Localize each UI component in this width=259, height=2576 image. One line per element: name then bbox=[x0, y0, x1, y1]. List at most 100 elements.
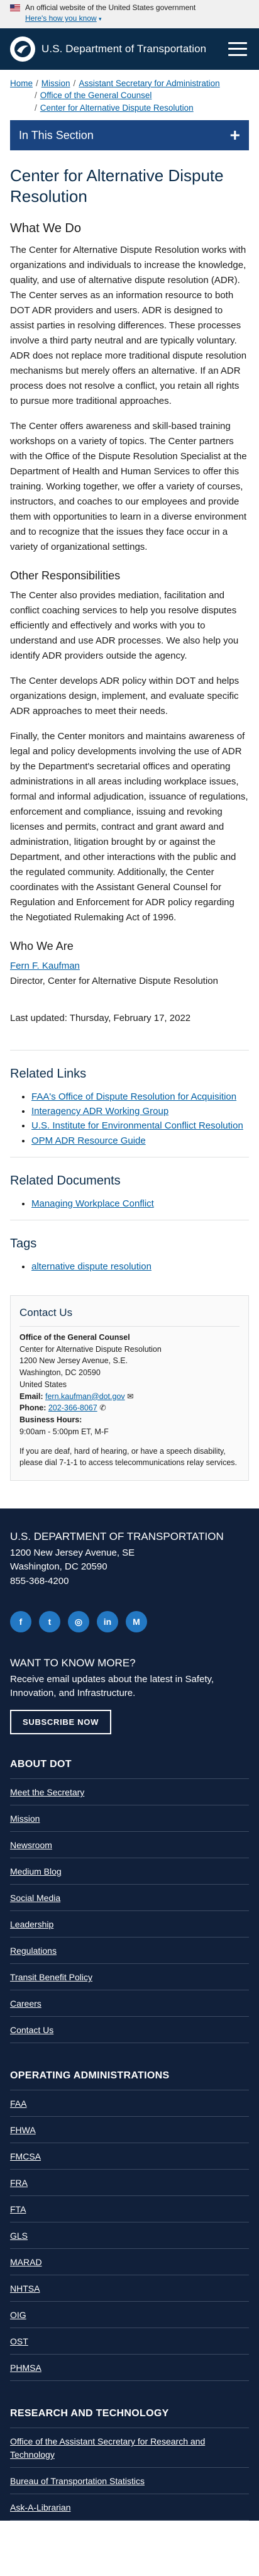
footer-link-fta[interactable]: FTA bbox=[10, 2196, 249, 2223]
footer-link-transit-benefit[interactable]: Transit Benefit Policy bbox=[10, 1964, 249, 1991]
tag-link[interactable]: alternative dispute resolution bbox=[31, 1261, 152, 1272]
breadcrumb-separator: / bbox=[73, 78, 76, 88]
footer-link-social-media[interactable]: Social Media bbox=[10, 1885, 249, 1912]
body-paragraph: The Center also provides mediation, faci… bbox=[10, 590, 239, 662]
related-link-us-institute[interactable]: U.S. Institute for Environmental Conflic… bbox=[31, 1120, 243, 1131]
tags-heading: Tags bbox=[10, 1237, 37, 1251]
footer-link-careers[interactable]: Careers bbox=[10, 1990, 249, 2017]
site-brand[interactable]: U.S. Department of Transportation bbox=[10, 36, 206, 62]
gov-banner: An official website of the United States… bbox=[0, 0, 259, 28]
page-title: Center for Alternative Dispute Resolutio… bbox=[10, 166, 224, 206]
breadcrumb-assistant-secretary[interactable]: Assistant Secretary for Administration bbox=[79, 79, 219, 88]
heres-how-you-know-link[interactable]: Here's how you know bbox=[25, 14, 97, 23]
footer-link-meet-secretary[interactable]: Meet the Secretary bbox=[10, 1779, 249, 1806]
footer-link-newsroom[interactable]: Newsroom bbox=[10, 1832, 249, 1859]
contact-email-link[interactable]: fern.kaufman@dot.gov bbox=[45, 1392, 125, 1401]
director-name-link[interactable]: Fern F. Kaufman bbox=[10, 959, 249, 974]
list-item: Interagency ADR Working Group bbox=[31, 1104, 249, 1118]
footer-link-faa[interactable]: FAA bbox=[10, 2090, 249, 2117]
twitter-icon[interactable]: t bbox=[39, 1611, 60, 1633]
who-we-are-heading: Who We Are bbox=[10, 940, 74, 953]
list-item: FAA's Office of Dispute Resolution for A… bbox=[31, 1090, 249, 1104]
related-document-link[interactable]: Managing Workplace Conflict bbox=[31, 1198, 154, 1209]
contact-phone-row: Phone: 202-366-8067 ✆ bbox=[19, 1402, 240, 1414]
director-info: Fern F. Kaufman Director, Center for Alt… bbox=[10, 959, 249, 989]
in-this-section-toggle[interactable]: In This Section + bbox=[10, 120, 249, 151]
body-paragraph: The Center offers awareness and skill-ba… bbox=[10, 421, 247, 553]
breadcrumb-general-counsel[interactable]: Office of the General Counsel bbox=[40, 91, 152, 100]
footer-link-gls[interactable]: GLS bbox=[10, 2222, 249, 2250]
dot-logo-icon bbox=[10, 36, 35, 62]
phone-icon: ✆ bbox=[99, 1403, 106, 1413]
site-header: U.S. Department of Transportation bbox=[0, 28, 259, 70]
footer-link-phmsa[interactable]: PHMSA bbox=[10, 2355, 249, 2382]
footer-link-oig[interactable]: OIG bbox=[10, 2302, 249, 2329]
hours-label: Business Hours: bbox=[19, 1415, 82, 1425]
contact-city: Washington, DC 20590 bbox=[19, 1368, 101, 1378]
hamburger-menu-icon[interactable] bbox=[226, 40, 249, 59]
subscribe-button[interactable]: SUBSCRIBE NOW bbox=[10, 1709, 112, 1735]
tags-section: Tags alternative dispute resolution bbox=[10, 1234, 249, 1274]
related-documents-heading: Related Documents bbox=[10, 1173, 121, 1188]
linkedin-icon[interactable]: in bbox=[97, 1611, 118, 1633]
contact-hours: 9:00am - 5:00pm ET, M-F bbox=[19, 1427, 109, 1436]
related-link-opm-guide[interactable]: OPM ADR Resource Guide bbox=[31, 1135, 146, 1146]
footer-link-mission[interactable]: Mission bbox=[10, 1805, 249, 1832]
operating-administrations-nav: OPERATING ADMINISTRATIONS FAA FHWA FMCSA… bbox=[10, 2068, 249, 2382]
email-label: Email: bbox=[19, 1391, 43, 1401]
chevron-down-icon: ▾ bbox=[99, 16, 102, 23]
related-link-interagency-adr[interactable]: Interagency ADR Working Group bbox=[31, 1106, 168, 1117]
footer-link-bts[interactable]: Bureau of Transportation Statistics bbox=[10, 2468, 249, 2495]
research-technology-nav: RESEARCH AND TECHNOLOGY Office of the As… bbox=[10, 2406, 249, 2521]
related-link-faa-odra[interactable]: FAA's Office of Dispute Resolution for A… bbox=[31, 1091, 236, 1102]
footer-link-ost[interactable]: OST bbox=[10, 2328, 249, 2355]
want-more-heading: WANT TO KNOW MORE? bbox=[10, 1657, 136, 1670]
breadcrumb-current-page[interactable]: Center for Alternative Dispute Resolutio… bbox=[40, 103, 194, 113]
breadcrumb-separator: / bbox=[35, 91, 37, 101]
contact-country: United States bbox=[19, 1380, 67, 1389]
gov-banner-text: An official website of the United States… bbox=[25, 3, 196, 12]
footer-link-marad[interactable]: MARAD bbox=[10, 2249, 249, 2276]
about-dot-heading: ABOUT DOT bbox=[10, 1757, 249, 1780]
breadcrumb: Home / Mission / Assistant Secretary for Adm… bbox=[0, 70, 259, 121]
instagram-icon[interactable]: ◎ bbox=[68, 1611, 89, 1633]
agency-name: U.S. Department of Transportation bbox=[41, 43, 207, 55]
about-dot-nav: ABOUT DOT Meet the Secretary Mission New… bbox=[10, 1757, 249, 2044]
list-item: Managing Workplace Conflict bbox=[31, 1196, 249, 1211]
related-links-heading: Related Links bbox=[10, 1066, 87, 1081]
list-item: OPM ADR Resource Guide bbox=[31, 1134, 249, 1148]
related-links-section: Related Links FAA's Office of Dispute Re… bbox=[10, 1064, 249, 1157]
want-more-text: Receive email updates about the latest i… bbox=[10, 1673, 214, 1699]
contact-email-row: Email: fern.kaufman@dot.gov ✉ bbox=[19, 1391, 240, 1403]
contact-heading: Contact Us bbox=[19, 1305, 240, 1327]
footer-link-fmcsa[interactable]: FMCSA bbox=[10, 2143, 249, 2170]
facebook-icon[interactable]: f bbox=[10, 1611, 31, 1633]
contact-phone-link[interactable]: 202-366-8067 bbox=[48, 1403, 97, 1412]
footer-link-nhtsa[interactable]: NHTSA bbox=[10, 2275, 249, 2302]
footer-link-medium-blog[interactable]: Medium Blog bbox=[10, 1858, 249, 1885]
last-updated: Last updated: Thursday, February 17, 202… bbox=[10, 1012, 249, 1051]
footer-link-fra[interactable]: FRA bbox=[10, 2170, 249, 2197]
footer-link-ask-librarian[interactable]: Ask-A-Librarian bbox=[10, 2494, 249, 2521]
footer-link-leadership[interactable]: Leadership bbox=[10, 1911, 249, 1938]
phone-label: Phone: bbox=[19, 1403, 47, 1413]
other-responsibilities-heading: Other Responsibilities bbox=[10, 569, 121, 583]
contact-street: 1200 New Jersey Avenue, S.E. bbox=[19, 1356, 128, 1366]
footer-agency-name: U.S. DEPARTMENT OF TRANSPORTATION bbox=[10, 1531, 224, 1543]
us-flag-icon bbox=[10, 4, 20, 12]
main-content: Center for Alternative Dispute Resolutio… bbox=[0, 165, 259, 1481]
footer-link-ost-r[interactable]: Office of the Assistant Secretary for Re… bbox=[10, 2428, 249, 2468]
breadcrumb-mission[interactable]: Mission bbox=[41, 79, 70, 88]
research-technology-heading: RESEARCH AND TECHNOLOGY bbox=[10, 2406, 249, 2429]
footer-city: Washington, DC 20590 bbox=[10, 1561, 107, 1573]
breadcrumb-separator: / bbox=[35, 103, 37, 113]
footer-link-fhwa[interactable]: FHWA bbox=[10, 2117, 249, 2144]
breadcrumb-home[interactable]: Home bbox=[10, 79, 33, 88]
mail-icon: ✉ bbox=[127, 1391, 134, 1401]
footer-link-regulations[interactable]: Regulations bbox=[10, 1938, 249, 1965]
footer-link-contact-us[interactable]: Contact Us bbox=[10, 2017, 249, 2044]
director-title: Director, Center for Alternative Dispute… bbox=[10, 976, 218, 987]
medium-icon[interactable]: M bbox=[126, 1611, 147, 1633]
site-footer: U.S. DEPARTMENT OF TRANSPORTATION 1200 N… bbox=[0, 1508, 259, 2521]
list-item: alternative dispute resolution bbox=[31, 1259, 249, 1274]
